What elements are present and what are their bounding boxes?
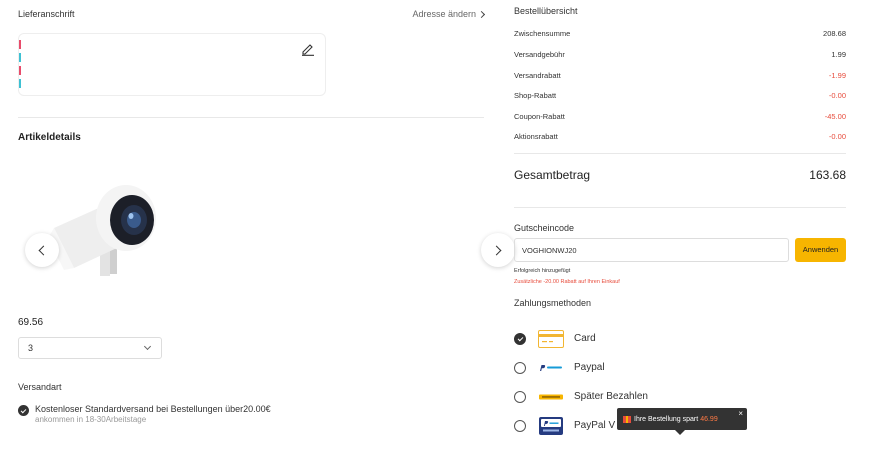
payment-option-label: PayPal V: [574, 420, 616, 431]
chevron-right-icon: [477, 10, 486, 18]
payment-methods-title: Zahlungsmethoden: [514, 298, 592, 308]
summary-value: -0.00: [828, 132, 846, 141]
savings-text: Ihre Bestellung spart: [634, 415, 699, 423]
summary-value: 1.99: [831, 50, 846, 59]
shipping-option[interactable]: Kostenloser Standardversand bei Bestellu…: [18, 404, 271, 424]
carousel-next-button[interactable]: [481, 233, 515, 267]
product-price: 69.56: [18, 317, 44, 328]
change-address-label: Adresse ändern: [412, 9, 476, 19]
radio-unchecked[interactable]: [514, 420, 526, 432]
coupon-success-text: Erfolgreich hinzugefügt: [514, 268, 571, 274]
divider: [18, 117, 484, 118]
payment-option-label: Paypal: [574, 362, 605, 373]
paypal-verified-icon: [539, 417, 563, 435]
paylater-icon: [539, 394, 563, 400]
divider: [514, 153, 846, 154]
right-column: Bestellübersicht Zwischensumme 208.68 Ve…: [514, 0, 846, 450]
address-card[interactable]: [18, 33, 326, 96]
savings-tooltip: Ihre Bestellung spart 46.99 ×: [617, 408, 747, 435]
shipping-option-label: Kostenloser Standardversand bei Bestellu…: [35, 404, 271, 414]
total-value: 163.68: [809, 168, 846, 182]
summary-value: -0.00: [828, 91, 846, 100]
quantity-value: 3: [28, 343, 34, 353]
summary-label: Versandgebühr: [514, 50, 565, 59]
shipping-eta: ankommen in 18-30Arbeitstage: [35, 415, 147, 424]
chevron-left-icon: [38, 245, 49, 255]
payment-option-label: Später Bezahlen: [574, 391, 648, 402]
paypal-icon: [540, 365, 562, 371]
coupon-label: Gutscheincode: [514, 223, 575, 233]
chevron-right-icon: [491, 245, 502, 255]
total-row: Gesamtbetrag 163.68: [514, 168, 846, 182]
edit-icon[interactable]: [301, 42, 315, 56]
total-label: Gesamtbetrag: [514, 168, 591, 182]
check-circle-icon: [18, 405, 29, 416]
apply-coupon-button[interactable]: Anwenden: [795, 238, 846, 262]
summary-value: 208.68: [823, 29, 846, 38]
product-image[interactable]: [46, 180, 166, 280]
left-column: Lieferanschrift Adresse ändern Artikelde…: [18, 0, 515, 450]
coupon-extra-discount-text: Zusätzliche -20.00 Rabatt auf Ihren Eink…: [514, 279, 620, 285]
order-summary-title: Bestellübersicht: [514, 6, 578, 16]
summary-row: Versandgebühr 1.99: [514, 50, 846, 59]
quantity-select[interactable]: 3: [18, 337, 162, 359]
summary-label: Versandrabatt: [514, 71, 561, 80]
summary-row: Coupon-Rabatt -45.00: [514, 112, 846, 121]
summary-row: Shop-Rabatt -0.00: [514, 91, 846, 100]
radio-checked[interactable]: [514, 333, 526, 345]
summary-label: Aktionsrabatt: [514, 132, 558, 141]
payment-option-paypal[interactable]: Paypal: [514, 357, 846, 379]
summary-value: -45.00: [824, 112, 846, 121]
gift-icon: [623, 415, 631, 423]
coupon-input[interactable]: VOGHIONWJ20: [514, 238, 789, 262]
payment-option-card[interactable]: Card: [514, 328, 846, 350]
summary-row: Versandrabatt -1.99: [514, 71, 846, 80]
carousel-prev-button[interactable]: [25, 233, 59, 267]
chevron-down-icon: [143, 342, 152, 351]
article-title: Artikeldetails: [18, 132, 81, 143]
close-icon[interactable]: ×: [738, 409, 743, 418]
radio-unchecked[interactable]: [514, 391, 526, 403]
radio-unchecked[interactable]: [514, 362, 526, 374]
summary-label: Zwischensumme: [514, 29, 571, 38]
savings-amount: 46.99: [700, 415, 718, 423]
card-icon: [538, 330, 564, 348]
summary-row: Zwischensumme 208.68: [514, 29, 846, 38]
payment-option-pay-later[interactable]: Später Bezahlen: [514, 386, 846, 408]
summary-label: Shop-Rabatt: [514, 91, 557, 100]
divider: [514, 207, 846, 208]
address-accent-bars: [19, 40, 22, 92]
shipping-label: Versandart: [18, 382, 62, 392]
summary-row: Aktionsrabatt -0.00: [514, 132, 846, 141]
address-title: Lieferanschrift: [18, 9, 75, 19]
payment-option-label: Card: [574, 333, 596, 344]
summary-label: Coupon-Rabatt: [514, 112, 565, 121]
summary-value: -1.99: [828, 71, 846, 80]
change-address-link[interactable]: Adresse ändern: [412, 9, 486, 19]
